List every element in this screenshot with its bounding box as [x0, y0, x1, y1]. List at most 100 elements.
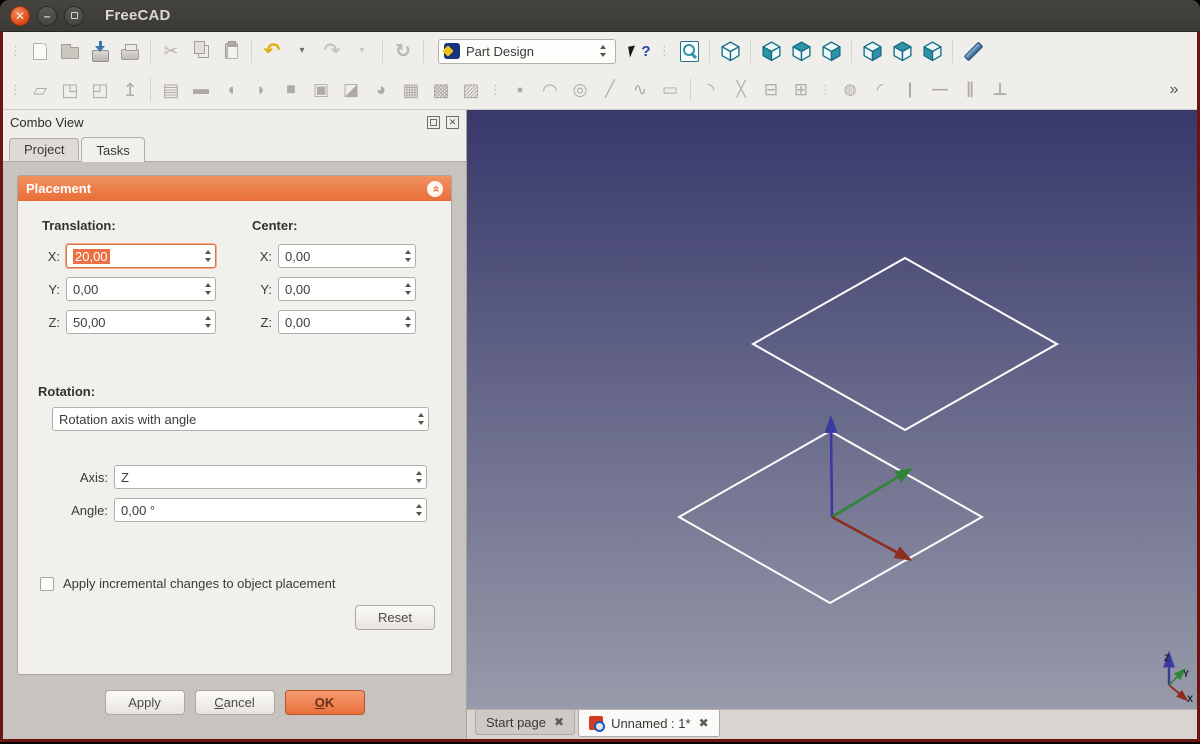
angle-field[interactable]: 0,00 ° [114, 498, 427, 522]
translation-y-spinner[interactable] [200, 278, 215, 300]
translation-z-spinner[interactable] [200, 311, 215, 333]
front-view-button[interactable] [757, 37, 785, 65]
close-tab-icon[interactable]: ✖ [554, 716, 564, 728]
pocket-button[interactable]: ▣ [307, 76, 335, 104]
right-view-button[interactable] [817, 37, 845, 65]
freecad-logo-icon [444, 43, 460, 59]
create-rectangle-button[interactable]: ▭ [656, 76, 684, 104]
center-z-spinner[interactable] [400, 311, 415, 333]
constrain-parallel-button[interactable]: ∥ [956, 76, 984, 104]
datum-plane-button[interactable]: ▤ [157, 76, 185, 104]
toolbar-grip[interactable]: ⋮ [819, 82, 832, 98]
redo-button[interactable]: ↷ [318, 37, 346, 65]
additive-pipe-button[interactable]: ◕ [367, 76, 395, 104]
new-sketch-button[interactable]: ▱ [26, 76, 54, 104]
create-arc-button[interactable]: ◠ [536, 76, 564, 104]
center-y-spinner[interactable] [400, 278, 415, 300]
trim-edge-button[interactable]: ╳ [727, 76, 755, 104]
constrain-horizontal-button[interactable]: — [926, 76, 954, 104]
placement-header[interactable]: Placement » [18, 176, 451, 201]
x-axis-label: X [1187, 694, 1193, 704]
float-panel-icon[interactable] [427, 116, 440, 129]
cut-button[interactable]: ✂ [157, 37, 185, 65]
cancel-button[interactable]: Cancel [194, 690, 275, 715]
save-document-button[interactable] [86, 37, 114, 65]
axis-dropdown[interactable]: Z [114, 465, 427, 489]
center-x-field[interactable]: 0,00 [278, 244, 416, 268]
toolbar-grip[interactable]: ⋮ [9, 82, 22, 98]
tab-tasks[interactable]: Tasks [81, 137, 145, 162]
extend-edge-button[interactable]: ⊟ [757, 76, 785, 104]
axis-dropdown-arrows [411, 466, 426, 488]
pad-button[interactable]: ▬ [187, 76, 215, 104]
revolution-button[interactable]: ◖ [217, 76, 245, 104]
center-z-field[interactable]: 0,00 [278, 310, 416, 334]
ok-button[interactable]: OK [284, 690, 365, 715]
measure-distance-button[interactable] [959, 37, 987, 65]
create-line-button[interactable]: ╱ [596, 76, 624, 104]
title-bar[interactable]: ✕ – FreeCAD [0, 0, 1200, 32]
tab-project[interactable]: Project [9, 138, 80, 161]
polar-pattern-button[interactable]: ▩ [427, 76, 455, 104]
window-maximize-button[interactable] [64, 5, 84, 26]
additive-box-button[interactable]: ■ [277, 76, 305, 104]
rotation-mode-dropdown[interactable]: Rotation axis with angle [52, 407, 429, 431]
translation-z-field[interactable]: 50,00 [66, 310, 216, 334]
view-sketch-button[interactable]: ◳ [56, 76, 84, 104]
toolbar-grip[interactable]: ⋮ [489, 82, 502, 98]
constrain-lock-button[interactable]: ◍ [836, 76, 864, 104]
leave-sketch-button[interactable]: ↥ [116, 76, 144, 104]
apply-incremental-checkbox[interactable] [40, 576, 54, 591]
create-point-button[interactable]: • [506, 76, 534, 104]
linear-pattern-button[interactable]: ▦ [397, 76, 425, 104]
tab-start-page[interactable]: Start page ✖ [475, 710, 576, 735]
apply-button[interactable]: Apply [104, 690, 185, 715]
axonometric-view-button[interactable] [716, 37, 744, 65]
new-document-button[interactable] [26, 37, 54, 65]
reset-button[interactable]: Reset [355, 605, 435, 630]
3d-viewport[interactable]: Z Y X [467, 110, 1197, 709]
undo-button[interactable]: ↶ [258, 37, 286, 65]
tab-unnamed-document[interactable]: Unnamed : 1* ✖ [578, 710, 720, 737]
create-circle-button[interactable]: ◎ [566, 76, 594, 104]
external-geometry-button[interactable]: ⊞ [787, 76, 815, 104]
window-minimize-button[interactable]: – [37, 5, 57, 26]
toolbar-grip[interactable]: ⋮ [9, 43, 22, 59]
rear-view-button[interactable] [858, 37, 886, 65]
draft-button[interactable]: ◪ [337, 76, 365, 104]
translation-x-field[interactable]: 20,00 [66, 244, 216, 268]
collapse-panel-button[interactable]: » [427, 180, 443, 197]
close-tab-icon[interactable]: ✖ [699, 717, 709, 729]
open-document-button[interactable] [56, 37, 84, 65]
multitransform-button[interactable]: ▨ [457, 76, 485, 104]
bottom-view-button[interactable] [888, 37, 916, 65]
paste-button[interactable] [217, 37, 245, 65]
constrain-tangent-button[interactable]: ◜ [866, 76, 894, 104]
redo-history-button[interactable]: ▾ [348, 37, 376, 65]
create-fillet-button[interactable]: ◝ [697, 76, 725, 104]
angle-spinner[interactable] [411, 499, 426, 521]
map-sketch-button[interactable]: ◰ [86, 76, 114, 104]
refresh-button[interactable]: ↻ [389, 37, 417, 65]
whats-this-button[interactable]: ? [626, 37, 654, 65]
window-close-button[interactable]: ✕ [10, 5, 30, 26]
copy-button[interactable] [187, 37, 215, 65]
toolbar-grip[interactable]: ⋮ [658, 43, 671, 59]
groove-button[interactable]: ◗ [247, 76, 275, 104]
center-x-spinner[interactable] [400, 245, 415, 267]
print-document-button[interactable] [116, 37, 144, 65]
constrain-vertical-button[interactable]: | [896, 76, 924, 104]
workbench-selector[interactable]: Part Design [438, 38, 616, 64]
toolbar-overflow-button[interactable]: » [1160, 76, 1188, 104]
center-y-field[interactable]: 0,00 [278, 277, 416, 301]
constrain-perpendicular-button[interactable]: ⊥ [986, 76, 1014, 104]
top-view-button[interactable] [787, 37, 815, 65]
left-view-button[interactable] [918, 37, 946, 65]
undo-history-button[interactable]: ▾ [288, 37, 316, 65]
measure-distance-icon [963, 41, 983, 61]
translation-x-spinner[interactable] [200, 245, 215, 267]
close-panel-icon[interactable]: ✕ [446, 116, 459, 129]
fit-all-button[interactable] [675, 37, 703, 65]
translation-y-field[interactable]: 0,00 [66, 277, 216, 301]
create-polyline-button[interactable]: ∿ [626, 76, 654, 104]
